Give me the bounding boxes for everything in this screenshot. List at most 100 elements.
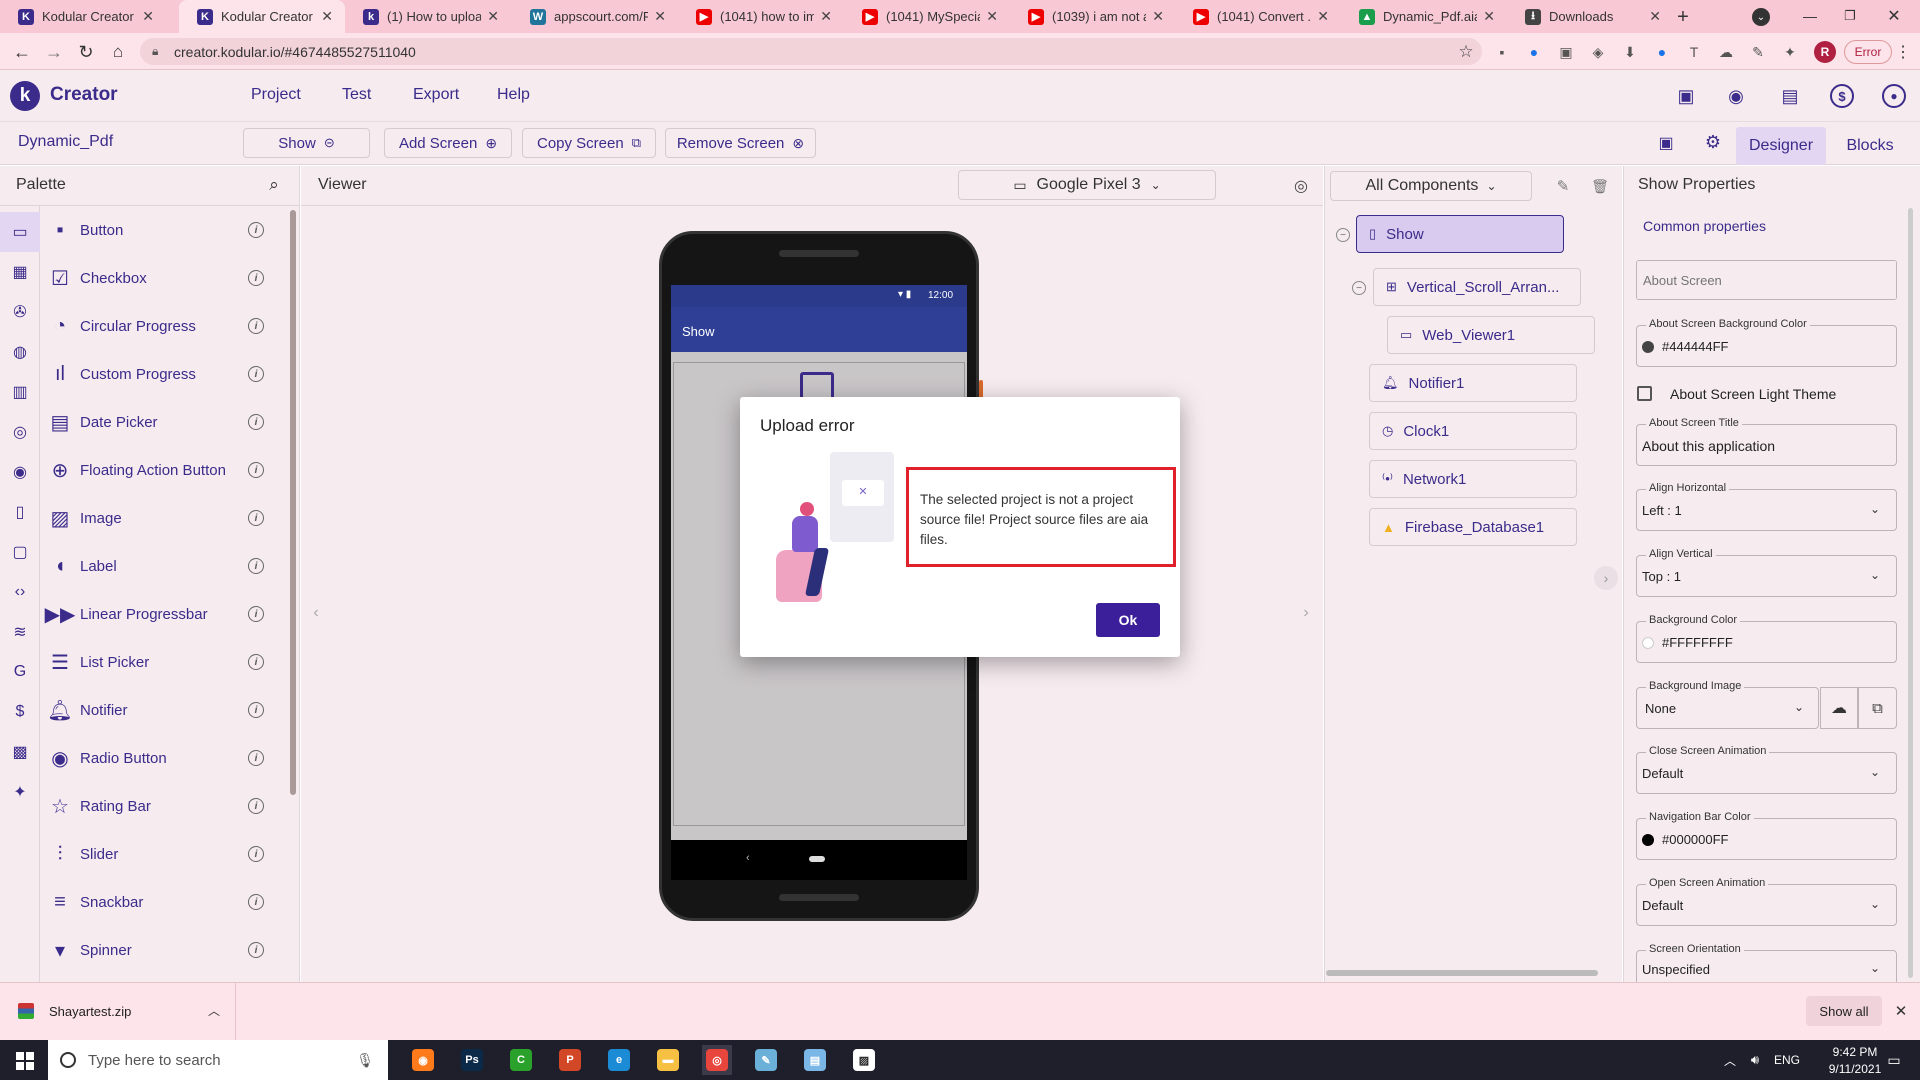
social-icon[interactable]: ▯ — [0, 492, 40, 532]
viewer-right-arrow-icon[interactable]: › — [1296, 600, 1316, 626]
palette-item[interactable]: ☑ Checkbox i — [40, 254, 280, 302]
tray-chevron-up-icon[interactable]: ︿ — [1722, 1052, 1738, 1068]
bookmark-star-icon[interactable]: ☆ — [1456, 42, 1476, 62]
layout-icon[interactable]: ▦ — [0, 252, 40, 292]
palette-item[interactable]: ≡ Snackbar i — [40, 878, 280, 926]
tab-close-icon[interactable]: ✕ — [321, 8, 333, 25]
info-icon[interactable]: i — [248, 750, 264, 766]
settings-gear-icon[interactable]: ⚙ — [1702, 131, 1724, 153]
components-right-arrow-icon[interactable]: › — [1594, 566, 1618, 590]
palette-item[interactable]: ◉ Radio Button i — [40, 734, 280, 782]
ext-image-icon[interactable]: ▣ — [1556, 42, 1576, 62]
remove-screen-button[interactable]: Remove Screen ⊗ — [665, 128, 816, 158]
clock-time[interactable]: 9:42 PM — [1822, 1045, 1888, 1059]
info-icon[interactable]: i — [248, 270, 264, 286]
language-indicator[interactable]: ENG — [1774, 1053, 1800, 1067]
info-icon[interactable]: i — [248, 558, 264, 574]
monetization-icon[interactable]: $ — [0, 692, 40, 732]
media-icon[interactable]: ✇ — [0, 292, 40, 332]
browser-tab[interactable]: ▶ (1039) i am not ab ✕ — [1010, 0, 1176, 33]
palette-item[interactable]: ▤ Date Picker i — [40, 398, 280, 446]
notepad-icon[interactable]: ▤ — [800, 1045, 830, 1075]
device-select[interactable]: ▭ Google Pixel 3 ⌄ — [958, 170, 1216, 200]
info-icon[interactable]: i — [248, 894, 264, 910]
gallery-icon[interactable]: ▣ — [1655, 132, 1677, 154]
about-screen-textarea[interactable] — [1636, 260, 1897, 300]
info-icon[interactable]: i — [248, 846, 264, 862]
settings-puzzle-icon[interactable]: ✦ — [0, 772, 40, 812]
companion-icon[interactable]: ◉ — [1724, 84, 1748, 108]
info-icon[interactable]: i — [248, 318, 264, 334]
upload-cloud-icon[interactable]: ☁ — [1820, 687, 1858, 729]
palette-item[interactable]: ◖ Label i — [40, 542, 280, 590]
navigation-icon[interactable]: ◎ — [0, 412, 40, 452]
tab-search-icon[interactable]: ⌄ — [1752, 8, 1770, 26]
photoshop-icon[interactable]: Ps — [457, 1045, 487, 1075]
user-interface-icon[interactable]: ▭ — [0, 212, 40, 252]
designer-tab[interactable]: Designer — [1736, 127, 1826, 165]
palette-item[interactable]: ıl Custom Progress i — [40, 350, 280, 398]
components-filter-select[interactable]: All Components ⌄ — [1330, 171, 1532, 201]
palette-item[interactable]: ◔ Circular Progress i — [40, 302, 280, 350]
menu-project[interactable]: Project — [251, 86, 301, 104]
info-icon[interactable]: i — [248, 654, 264, 670]
browser-tab[interactable]: ▶ (1041) Convert .ap ✕ — [1175, 0, 1341, 33]
palette-item[interactable]: ▾ Spinner i — [40, 926, 280, 974]
sensors-icon[interactable]: ◉ — [0, 452, 40, 492]
palette-item[interactable]: ▶▶ Linear Progressbar i — [40, 590, 280, 638]
component-node[interactable]: ▭ Web_Viewer1 — [1387, 316, 1595, 354]
account-icon[interactable]: ● — [1882, 84, 1906, 108]
ext-arrow-down-icon[interactable]: ⬇ — [1620, 42, 1640, 62]
tab-close-icon[interactable]: ✕ — [1649, 8, 1661, 25]
collapse-show-icon[interactable]: − — [1336, 228, 1350, 242]
download-chevron-up-icon[interactable]: ︿ — [206, 1002, 222, 1018]
back-icon[interactable]: ← — [12, 42, 32, 62]
maps-icon[interactable]: ▥ — [0, 372, 40, 412]
menu-export[interactable]: Export — [413, 86, 459, 104]
close-window-button[interactable]: ✕ — [1884, 6, 1904, 26]
edge-icon[interactable]: e — [604, 1045, 634, 1075]
folder-icon[interactable]: ▣ — [1674, 84, 1698, 108]
restore-window-button[interactable]: ❐ — [1840, 6, 1860, 26]
palette-item[interactable]: ▪ Button i — [40, 206, 280, 254]
photos-icon[interactable]: ▨ — [849, 1045, 879, 1075]
tab-close-icon[interactable]: ✕ — [1152, 8, 1164, 25]
tab-close-icon[interactable]: ✕ — [1317, 8, 1329, 25]
components-horizontal-scrollbar[interactable] — [1326, 970, 1598, 976]
guide-icon[interactable]: ▤ — [1778, 84, 1802, 108]
browser-tab[interactable]: W appscourt.com/Pa ✕ — [512, 0, 678, 33]
firefox-icon[interactable]: ◉ — [408, 1045, 438, 1075]
browser-tab[interactable]: K Kodular Creator ✕ — [0, 0, 166, 33]
palette-item[interactable]: ⫶ Slider i — [40, 830, 280, 878]
notifications-icon[interactable]: ▭ — [1884, 1050, 1904, 1070]
browser-tab[interactable]: ▲ Dynamic_Pdf.aia - ✕ — [1341, 0, 1507, 33]
palette-item[interactable]: ▨ Image i — [40, 494, 280, 542]
reload-icon[interactable]: ↻ — [76, 42, 96, 62]
ext-cloud-icon[interactable]: ☁ — [1716, 42, 1736, 62]
ok-button[interactable]: Ok — [1096, 603, 1160, 637]
copy-screen-button[interactable]: Copy Screen ⧉ — [522, 128, 656, 158]
close-downloads-bar-icon[interactable]: ✕ — [1892, 1002, 1910, 1020]
rename-pencil-icon[interactable]: ✎ — [1553, 176, 1573, 196]
volume-icon[interactable]: 🔊︎ — [1746, 1052, 1764, 1068]
browser-tab[interactable]: ▶ (1041) MySpecial T ✕ — [844, 0, 1010, 33]
open-external-icon[interactable]: ⧉ — [1858, 687, 1897, 729]
ext-text-icon[interactable]: T — [1684, 42, 1704, 62]
browser-tab[interactable]: K Kodular Creator ✕ — [179, 0, 345, 33]
ext-blue-circle-icon[interactable]: ● — [1652, 42, 1672, 62]
connectivity-icon[interactable]: ‹› — [0, 572, 40, 612]
info-icon[interactable]: i — [248, 942, 264, 958]
search-icon[interactable]: ⌕ — [264, 175, 284, 195]
drawing-icon[interactable]: ◍ — [0, 332, 40, 372]
forward-icon[interactable]: → — [44, 42, 64, 62]
screen-select[interactable]: Show ⊝ — [243, 128, 370, 158]
info-icon[interactable]: i — [248, 414, 264, 430]
hidden-components-eye-icon[interactable]: ◎ — [1290, 175, 1312, 197]
feed-icon[interactable]: ≋ — [0, 612, 40, 652]
properties-scrollbar[interactable] — [1908, 208, 1913, 978]
tab-close-icon[interactable]: ✕ — [142, 8, 154, 25]
browser-error-badge[interactable]: Error — [1844, 40, 1892, 64]
component-node[interactable]: ▲ Firebase_Database1 — [1369, 508, 1577, 546]
file-explorer-icon[interactable]: ▬ — [653, 1045, 683, 1075]
palette-item[interactable]: ⊕ Floating Action Button i — [40, 446, 280, 494]
